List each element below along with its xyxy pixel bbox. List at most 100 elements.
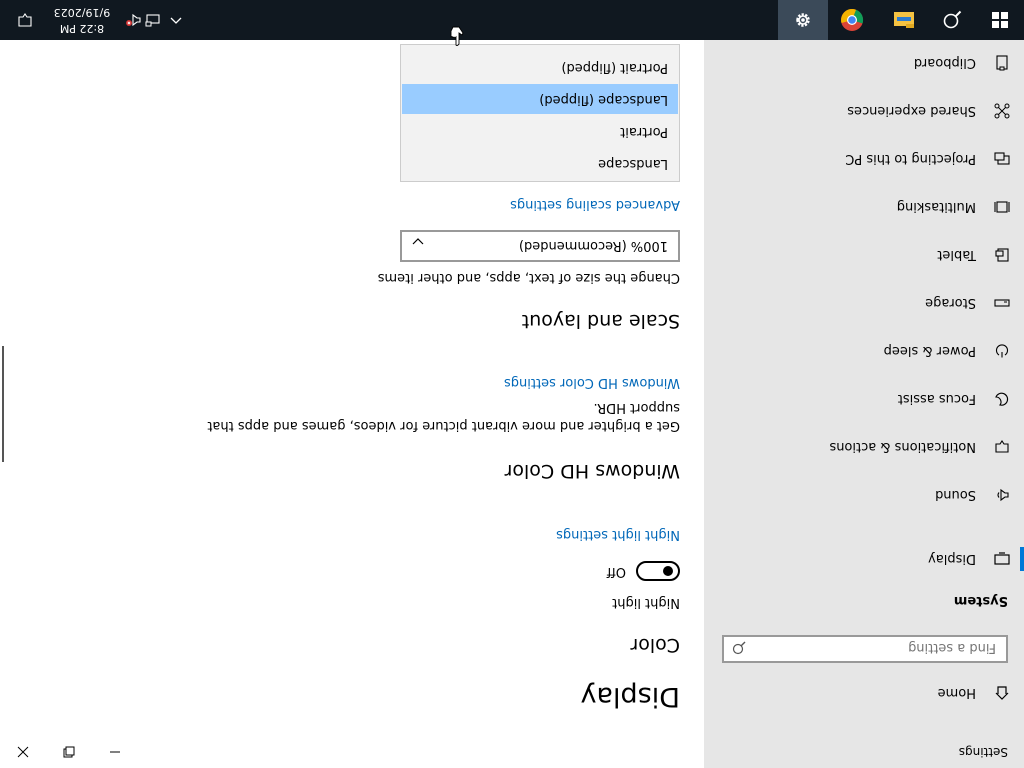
advanced-scaling-link[interactable]: Advanced scaling settings xyxy=(510,197,680,212)
settings-taskbar-button[interactable] xyxy=(778,0,828,40)
nav-home[interactable]: Home xyxy=(704,673,1024,713)
close-icon xyxy=(17,746,29,758)
scale-dropdown-value: 100% (Recommended) xyxy=(518,238,668,253)
night-light-label: Night light xyxy=(612,595,680,610)
option-label: Portrait xyxy=(620,124,668,139)
taskbar: 8:22 PM 9/19/2023 xyxy=(0,0,1024,40)
windows-icon xyxy=(992,12,1008,28)
nav-home-label: Home xyxy=(937,685,976,701)
page-title: Display xyxy=(580,681,680,712)
network-icon xyxy=(145,14,160,27)
home-icon xyxy=(994,685,1010,701)
nav-item-tablet[interactable]: Tablet xyxy=(704,235,1024,275)
tray-overflow-button[interactable] xyxy=(166,0,186,40)
power-icon xyxy=(994,343,1010,359)
nav-item-power[interactable]: Power & sleep xyxy=(704,331,1024,371)
minimize-button[interactable] xyxy=(92,736,138,768)
monitor-icon xyxy=(994,551,1010,567)
volume-muted-icon xyxy=(126,13,141,27)
clock-time: 8:22 PM xyxy=(59,22,105,35)
orientation-option-portrait-flipped[interactable]: Portrait (flipped) xyxy=(402,52,678,82)
scale-dropdown[interactable]: 100% (Recommended) xyxy=(400,230,680,262)
nav-item-label: Shared experiences xyxy=(847,103,976,119)
hdr-header: Windows HD Color xyxy=(504,460,680,482)
restore-icon xyxy=(63,746,75,758)
option-label: Portrait (flipped) xyxy=(561,60,668,75)
shared-icon xyxy=(994,103,1010,119)
action-center-button[interactable] xyxy=(0,0,50,40)
nav-item-notifications[interactable]: Notifications & actions xyxy=(704,427,1024,467)
screen: Settings Home System xyxy=(0,0,1024,768)
minimize-icon xyxy=(110,751,120,753)
nav-section-header: System xyxy=(953,593,1008,608)
orientation-dropdown-list: Landscape Portrait Landscape (flipped) P… xyxy=(400,44,680,182)
nav-item-clipboard[interactable]: Clipboard xyxy=(704,43,1024,83)
hdr-settings-link[interactable]: Windows HD Color settings xyxy=(504,375,680,390)
file-explorer-button[interactable] xyxy=(880,0,928,40)
notification-icon xyxy=(18,13,32,27)
chevron-up-icon xyxy=(170,17,182,24)
nav-item-label: Sound xyxy=(935,487,976,503)
search-box[interactable] xyxy=(722,635,1008,663)
hdr-description-line2: support HDR. xyxy=(593,400,680,415)
volume-button[interactable] xyxy=(122,0,142,40)
nav-item-label: Tablet xyxy=(937,247,976,263)
network-button[interactable] xyxy=(142,0,162,40)
night-light-toggle[interactable] xyxy=(636,561,680,581)
tablet-icon xyxy=(994,247,1010,263)
maximize-button[interactable] xyxy=(46,736,92,768)
start-button[interactable] xyxy=(976,0,1024,40)
settings-window: Settings Home System xyxy=(0,40,1024,768)
night-light-state: Off xyxy=(606,564,626,579)
nav-item-label: Storage xyxy=(925,295,976,311)
nav-item-label: Clipboard xyxy=(913,55,976,71)
scrollbar[interactable] xyxy=(2,346,4,462)
nav-item-multitasking[interactable]: Multitasking xyxy=(704,187,1024,227)
chrome-button[interactable] xyxy=(828,0,876,40)
option-label: Landscape xyxy=(598,156,668,171)
toggle-knob xyxy=(663,566,673,576)
option-label: Landscape (flipped) xyxy=(539,92,668,107)
taskbar-search-button[interactable] xyxy=(928,0,976,40)
orientation-option-portrait[interactable]: Portrait xyxy=(402,116,678,146)
storage-icon xyxy=(994,295,1010,311)
orientation-option-landscape[interactable]: Landscape xyxy=(402,148,678,178)
notification-icon xyxy=(994,439,1010,455)
night-light-settings-link[interactable]: Night light settings xyxy=(556,527,680,542)
search-icon xyxy=(732,641,746,656)
nav-item-label: Multitasking xyxy=(896,199,976,215)
projector-icon xyxy=(994,151,1010,167)
nav-item-sound[interactable]: Sound xyxy=(704,475,1024,515)
nav-item-shared[interactable]: Shared experiences xyxy=(704,91,1024,131)
scale-description: Change the size of text, apps, and other… xyxy=(377,270,680,285)
hdr-description-line1: Get a brighter and more vibrant picture … xyxy=(207,418,680,433)
mouse-cursor xyxy=(450,26,464,46)
nav-item-display[interactable]: Display xyxy=(704,539,1024,579)
nav-item-focus-assist[interactable]: Focus assist xyxy=(704,379,1024,419)
clipboard-icon xyxy=(994,55,1010,71)
chevron-down-icon xyxy=(412,238,424,251)
nav-item-projecting[interactable]: Projecting to this PC xyxy=(704,139,1024,179)
search-input[interactable] xyxy=(756,639,996,657)
multitasking-icon xyxy=(994,199,1010,215)
chrome-icon xyxy=(841,8,864,31)
clock[interactable]: 8:22 PM 9/19/2023 xyxy=(50,0,114,40)
folder-icon xyxy=(894,12,914,28)
moon-icon xyxy=(994,391,1010,407)
orientation-option-landscape-flipped[interactable]: Landscape (flipped) xyxy=(402,84,678,114)
window-title: Settings xyxy=(958,745,1008,759)
gear-icon xyxy=(796,13,810,27)
nav-item-label: Notifications & actions xyxy=(829,439,976,455)
nav-item-label: Power & sleep xyxy=(883,343,976,359)
color-header: Color xyxy=(630,634,680,656)
nav-item-label: Projecting to this PC xyxy=(845,151,976,167)
scale-header: Scale and layout xyxy=(521,310,680,332)
nav-pane: Settings Home System xyxy=(704,40,1024,768)
nav-item-label: Display xyxy=(928,551,976,567)
nav-item-storage[interactable]: Storage xyxy=(704,283,1024,323)
speaker-icon xyxy=(994,487,1010,503)
clock-date: 9/19/2023 xyxy=(53,6,111,19)
nav-item-label: Focus assist xyxy=(897,391,976,407)
close-button[interactable] xyxy=(0,736,46,768)
search-icon xyxy=(943,10,962,29)
